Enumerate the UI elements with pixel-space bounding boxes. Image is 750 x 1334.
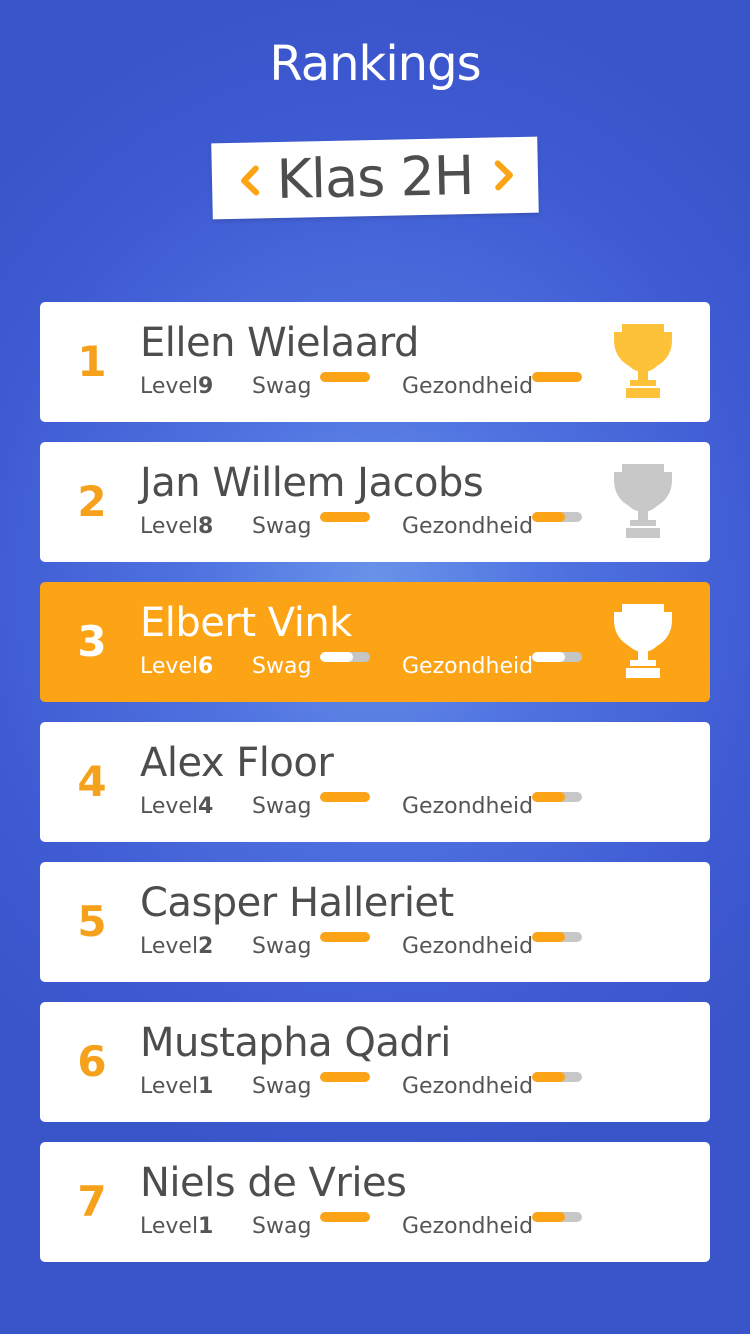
player-name: Jan Willem Jacobs: [140, 460, 484, 506]
level-value: 2: [198, 934, 214, 959]
player-name: Ellen Wielaard: [140, 320, 419, 366]
level-label: Level: [140, 934, 199, 959]
health-bar-fill: [532, 932, 565, 942]
level-value: 8: [198, 514, 214, 539]
level-value: 1: [198, 1214, 214, 1239]
health-bar: [532, 1072, 582, 1082]
health-bar: [532, 512, 582, 522]
rank-number: 7: [77, 1177, 107, 1226]
ranking-row[interactable]: 6 Mustapha Qadri Level 1 Swag Gezondheid: [40, 1002, 710, 1122]
level-label: Level: [140, 1214, 199, 1239]
ranking-row[interactable]: 5 Casper Halleriet Level 2 Swag Gezondhe…: [40, 862, 710, 982]
swag-label: Swag: [252, 1074, 312, 1099]
swag-bar-fill: [320, 1072, 370, 1082]
ranking-row[interactable]: 2 Jan Willem Jacobs Level 8 Swag Gezondh…: [40, 442, 710, 562]
ranking-row[interactable]: 1 Ellen Wielaard Level 9 Swag Gezondheid: [40, 302, 710, 422]
swag-bar-fill: [320, 932, 370, 942]
swag-bar: [320, 652, 370, 662]
swag-label: Swag: [252, 374, 312, 399]
ranking-row[interactable]: 7 Niels de Vries Level 1 Swag Gezondheid: [40, 1142, 710, 1262]
trophy-icon: [608, 322, 678, 400]
swag-bar-fill: [320, 652, 353, 662]
swag-label: Swag: [252, 514, 312, 539]
health-bar-fill: [532, 1212, 565, 1222]
level-label: Level: [140, 374, 199, 399]
swag-bar: [320, 792, 370, 802]
rank-number: 3: [77, 617, 107, 666]
level-value: 4: [198, 794, 214, 819]
health-bar: [532, 372, 582, 382]
swag-bar: [320, 372, 370, 382]
swag-label: Swag: [252, 794, 312, 819]
ranking-list: 1 Ellen Wielaard Level 9 Swag Gezondheid…: [40, 302, 710, 1282]
health-bar: [532, 1212, 582, 1222]
swag-bar: [320, 932, 370, 942]
player-name: Alex Floor: [140, 740, 334, 786]
health-bar-fill: [532, 372, 582, 382]
page-title: Rankings: [269, 36, 481, 92]
class-selector: Klas 2H: [211, 136, 539, 220]
level-label: Level: [140, 654, 199, 679]
trophy-icon: [608, 462, 678, 540]
level-label: Level: [140, 514, 199, 539]
level-value: 6: [198, 654, 214, 679]
health-label: Gezondheid: [402, 654, 534, 679]
level-value: 9: [198, 374, 214, 399]
swag-bar-fill: [320, 792, 370, 802]
health-bar-fill: [532, 512, 565, 522]
swag-label: Swag: [252, 654, 312, 679]
level-value: 1: [198, 1074, 214, 1099]
health-bar: [532, 652, 582, 662]
rank-number: 2: [77, 477, 107, 526]
swag-label: Swag: [252, 1214, 312, 1239]
rank-number: 5: [77, 897, 107, 946]
player-name: Niels de Vries: [140, 1160, 407, 1206]
health-label: Gezondheid: [402, 794, 534, 819]
swag-bar-fill: [320, 1212, 370, 1222]
swag-bar: [320, 1212, 370, 1222]
health-bar: [532, 932, 582, 942]
health-label: Gezondheid: [402, 514, 534, 539]
rank-number: 6: [77, 1037, 107, 1086]
chevron-right-icon[interactable]: [482, 155, 523, 196]
health-bar-fill: [532, 792, 565, 802]
ranking-row[interactable]: 3 Elbert Vink Level 6 Swag Gezondheid: [40, 582, 710, 702]
health-bar-fill: [532, 1072, 565, 1082]
swag-label: Swag: [252, 934, 312, 959]
health-label: Gezondheid: [402, 1214, 534, 1239]
class-name: Klas 2H: [275, 143, 475, 212]
player-name: Mustapha Qadri: [140, 1020, 451, 1066]
swag-bar-fill: [320, 372, 370, 382]
swag-bar-fill: [320, 512, 370, 522]
level-label: Level: [140, 1074, 199, 1099]
health-label: Gezondheid: [402, 374, 534, 399]
level-label: Level: [140, 794, 199, 819]
player-name: Casper Halleriet: [140, 880, 454, 926]
player-name: Elbert Vink: [140, 600, 352, 646]
chevron-left-icon[interactable]: [232, 160, 273, 201]
swag-bar: [320, 512, 370, 522]
health-bar: [532, 792, 582, 802]
health-bar-fill: [532, 652, 565, 662]
trophy-icon: [608, 602, 678, 680]
rank-number: 1: [77, 337, 107, 386]
ranking-row[interactable]: 4 Alex Floor Level 4 Swag Gezondheid: [40, 722, 710, 842]
health-label: Gezondheid: [402, 934, 534, 959]
swag-bar: [320, 1072, 370, 1082]
rank-number: 4: [77, 757, 107, 806]
health-label: Gezondheid: [402, 1074, 534, 1099]
